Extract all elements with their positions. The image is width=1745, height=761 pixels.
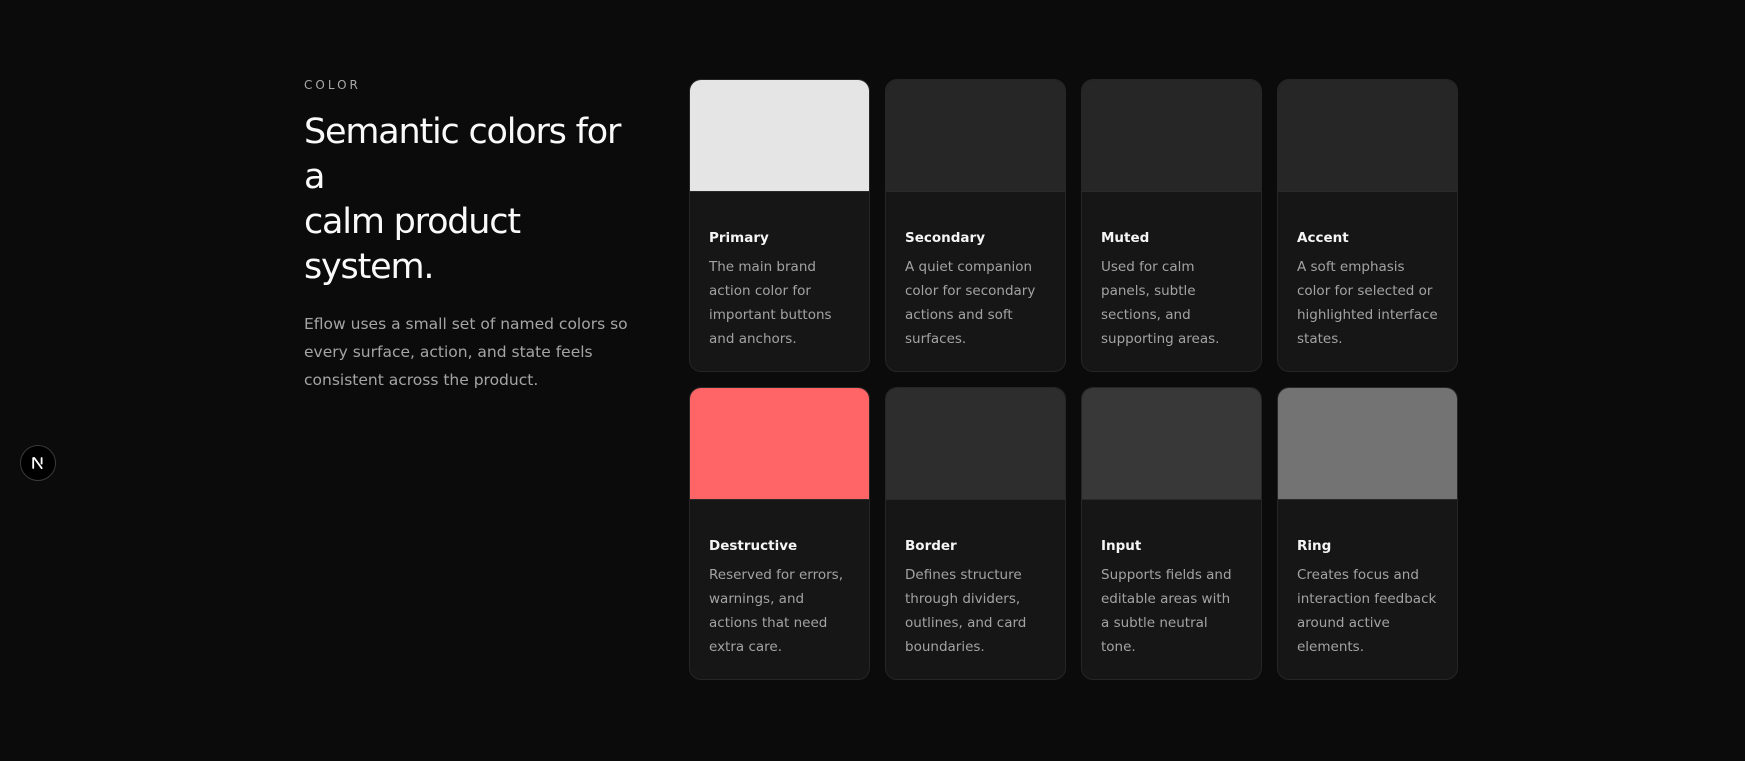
color-description: Creates focus and interaction feedback a… [1297, 567, 1437, 655]
section-title-line-1: Semantic colors for a [304, 112, 621, 197]
color-swatch [1082, 388, 1261, 500]
color-card-body: Destructive Reserved for errors, warning… [690, 500, 869, 659]
color-description: A soft emphasis color for selected or hi… [1297, 259, 1438, 347]
color-card-body: Input Supports fields and editable areas… [1082, 500, 1261, 659]
color-description: A quiet companion color for secondary ac… [905, 259, 1036, 347]
color-description: Defines structure through dividers, outl… [905, 567, 1027, 655]
color-name: Muted [1101, 230, 1150, 246]
color-name: Accent [1297, 230, 1349, 246]
color-name: Destructive [709, 538, 798, 554]
nextjs-dev-tools-button[interactable] [20, 445, 56, 481]
color-name: Primary [709, 230, 769, 246]
color-swatch [886, 80, 1065, 192]
color-name: Input [1101, 538, 1142, 554]
color-card-body: Ring Creates focus and interaction feedb… [1278, 500, 1457, 659]
color-section-intro: COLOR Semantic colors for a calm product… [304, 78, 644, 394]
nextjs-logo-icon [32, 457, 43, 470]
color-card-body: Muted Used for calm panels, subtle secti… [1082, 192, 1261, 351]
color-swatch [690, 388, 869, 500]
color-description: The main brand action color for importan… [709, 259, 832, 347]
section-eyebrow: COLOR [304, 78, 361, 92]
color-card-input: Input Supports fields and editable areas… [1081, 387, 1262, 680]
color-swatch [690, 80, 869, 192]
color-card-body: Accent A soft emphasis color for selecte… [1278, 192, 1457, 351]
color-swatch-grid: Primary The main brand action color for … [689, 79, 1458, 680]
color-description: Supports fields and editable areas with … [1101, 567, 1232, 655]
section-description: Eflow uses a small set of named colors s… [304, 315, 628, 389]
color-swatch [886, 388, 1065, 500]
color-description: Reserved for errors, warnings, and actio… [709, 567, 843, 655]
color-swatch [1278, 388, 1457, 500]
color-card-destructive: Destructive Reserved for errors, warning… [689, 387, 870, 680]
color-swatch [1278, 80, 1457, 192]
color-card-border: Border Defines structure through divider… [885, 387, 1066, 680]
color-description: Used for calm panels, subtle sections, a… [1101, 259, 1220, 347]
color-swatch [1082, 80, 1261, 192]
section-title-line-2: calm product system. [304, 202, 521, 287]
color-name: Secondary [905, 230, 985, 246]
color-name: Ring [1297, 538, 1332, 554]
color-card-ring: Ring Creates focus and interaction feedb… [1277, 387, 1458, 680]
color-card-body: Border Defines structure through divider… [886, 500, 1065, 659]
color-card-secondary: Secondary A quiet companion color for se… [885, 79, 1066, 372]
section-title: Semantic colors for a calm product syste… [304, 110, 644, 290]
color-card-accent: Accent A soft emphasis color for selecte… [1277, 79, 1458, 372]
color-card-muted: Muted Used for calm panels, subtle secti… [1081, 79, 1262, 372]
color-card-primary: Primary The main brand action color for … [689, 79, 870, 372]
color-card-body: Secondary A quiet companion color for se… [886, 192, 1065, 351]
color-card-body: Primary The main brand action color for … [690, 192, 869, 351]
color-name: Border [905, 538, 957, 554]
